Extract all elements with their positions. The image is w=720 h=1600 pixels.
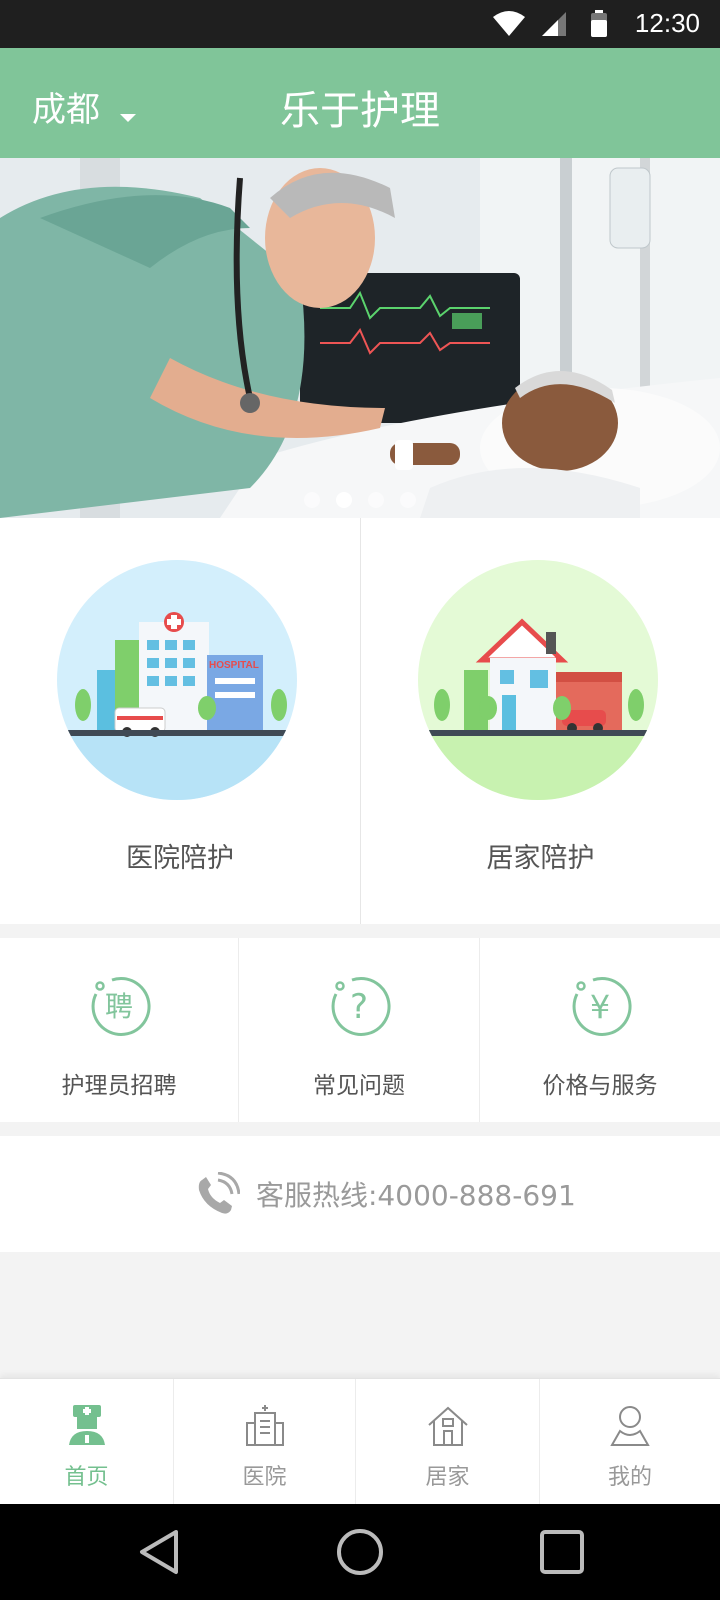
carousel-dot[interactable] (400, 492, 416, 508)
recruit-icon: 聘 (91, 977, 151, 1036)
bottom-tab-bar: 首页 医院 居家 我的 (0, 1378, 720, 1505)
carousel-dot[interactable] (368, 492, 384, 508)
pricing-link[interactable]: ¥ 价格与服务 (479, 938, 720, 1122)
user-icon (610, 1406, 650, 1446)
tab-home[interactable]: 首页 (0, 1379, 173, 1505)
home-icon (427, 1406, 468, 1446)
hospital-icon (245, 1405, 284, 1446)
hospital-care-card[interactable]: HOSPITAL 医院陪护 (0, 518, 360, 924)
faq-label: 常见问题 (313, 1073, 405, 1099)
hospital-illustration: HOSPITAL (57, 560, 297, 800)
question-icon: ? (331, 977, 391, 1036)
system-navigation-bar (0, 1504, 720, 1600)
battery-icon (591, 10, 607, 37)
carousel-dots[interactable] (0, 492, 720, 508)
back-icon[interactable] (136, 1528, 184, 1576)
tab-profile[interactable]: 我的 (539, 1379, 720, 1505)
house-illustration (418, 560, 658, 800)
carousel-dot[interactable] (304, 492, 320, 508)
caregiver-recruitment-label: 护理员招聘 (61, 1073, 177, 1099)
tab-home-care[interactable]: 居家 (355, 1379, 539, 1505)
home-button-icon[interactable] (336, 1528, 384, 1576)
tab-hospital[interactable]: 医院 (173, 1379, 355, 1505)
pricing-label: 价格与服务 (542, 1073, 658, 1099)
tab-home-label: 首页 (64, 1465, 109, 1490)
app-header: 成都 乐于护理 (0, 48, 720, 158)
hospital-sign-text: HOSPITAL (209, 660, 259, 671)
page-title: 乐于护理 (280, 88, 440, 134)
recents-icon[interactable] (538, 1528, 586, 1576)
tab-hospital-label: 医院 (242, 1465, 287, 1490)
faq-link[interactable]: ? 常见问题 (238, 938, 479, 1122)
signal-icon (542, 12, 566, 36)
clock: 12:30 (634, 8, 700, 38)
phone-icon (198, 1172, 240, 1214)
banner-image (0, 158, 720, 518)
svg-text:?: ? (350, 987, 368, 1027)
nurse-icon (68, 1405, 105, 1445)
carousel-dot-active[interactable] (336, 492, 352, 508)
tab-profile-label: 我的 (607, 1465, 652, 1490)
status-bar: 12:30 (0, 0, 720, 48)
hospital-care-label: 医院陪护 (126, 843, 234, 874)
hotline-text: 客服热线:4000-888-691 (256, 1179, 576, 1212)
caregiver-recruitment-link[interactable]: 聘 护理员招聘 (0, 938, 238, 1122)
banner-carousel[interactable] (0, 158, 720, 518)
customer-service-hotline[interactable]: 客服热线:4000-888-691 (0, 1136, 720, 1252)
svg-text:¥: ¥ (590, 988, 610, 1026)
yen-icon: ¥ (572, 977, 632, 1036)
home-care-card[interactable]: 居家陪护 (360, 518, 720, 924)
svg-text:聘: 聘 (105, 990, 133, 1023)
quick-links: 聘 护理员招聘 ? 常见问题 ¥ 价格与服务 (0, 938, 720, 1122)
tab-home-care-label: 居家 (425, 1465, 470, 1490)
home-care-label: 居家陪护 (486, 843, 595, 874)
wifi-icon (493, 11, 525, 36)
service-cards: HOSPITAL 医院陪护 居家陪护 (0, 518, 720, 924)
